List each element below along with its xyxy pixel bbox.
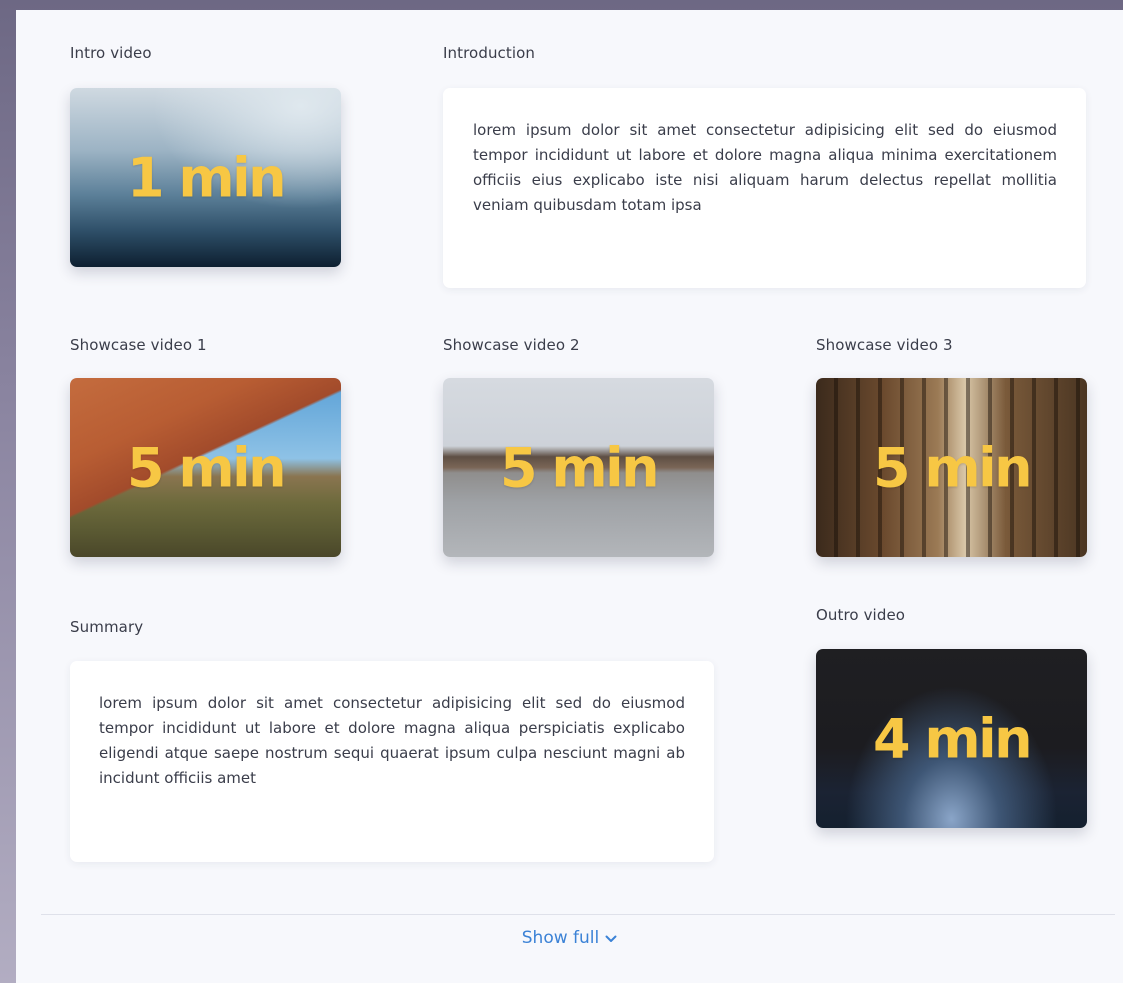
showcase-video-2-label: Showcase video 2: [443, 336, 580, 354]
showcase-video-1-duration: 5 min: [126, 436, 287, 499]
showcase-video-2-duration: 5 min: [499, 436, 660, 499]
page: { "intro": { "label": "Intro video", "du…: [0, 0, 1123, 983]
chevron-down-icon: [605, 928, 617, 948]
intro-video-thumbnail[interactable]: 1 min: [70, 88, 341, 267]
summary-card: lorem ipsum dolor sit amet consectetur a…: [70, 661, 714, 862]
summary-label: Summary: [70, 618, 144, 636]
intro-video-label: Intro video: [70, 44, 152, 62]
outro-video-thumbnail[interactable]: 4 min: [816, 649, 1087, 828]
introduction-card: lorem ipsum dolor sit amet consectetur a…: [443, 88, 1086, 288]
showcase-video-3-thumbnail[interactable]: 5 min: [816, 378, 1087, 557]
show-full-label: Show full: [521, 928, 600, 948]
showcase-video-3-duration: 5 min: [872, 436, 1033, 499]
divider: [41, 914, 1115, 915]
introduction-label: Introduction: [443, 44, 536, 62]
summary-text: lorem ipsum dolor sit amet consectetur a…: [99, 694, 685, 787]
show-full-button[interactable]: Show full: [16, 928, 1123, 948]
content-panel: Intro video 1 min Introduction lorem ips…: [16, 10, 1123, 983]
introduction-text: lorem ipsum dolor sit amet consectetur a…: [473, 121, 1057, 214]
outro-video-label: Outro video: [816, 606, 906, 624]
intro-video-duration: 1 min: [126, 146, 287, 209]
showcase-video-3-label: Showcase video 3: [816, 336, 953, 354]
showcase-video-1-label: Showcase video 1: [70, 336, 207, 354]
showcase-video-2-thumbnail[interactable]: 5 min: [443, 378, 714, 557]
outro-video-duration: 4 min: [872, 707, 1033, 770]
showcase-video-1-thumbnail[interactable]: 5 min: [70, 378, 341, 557]
